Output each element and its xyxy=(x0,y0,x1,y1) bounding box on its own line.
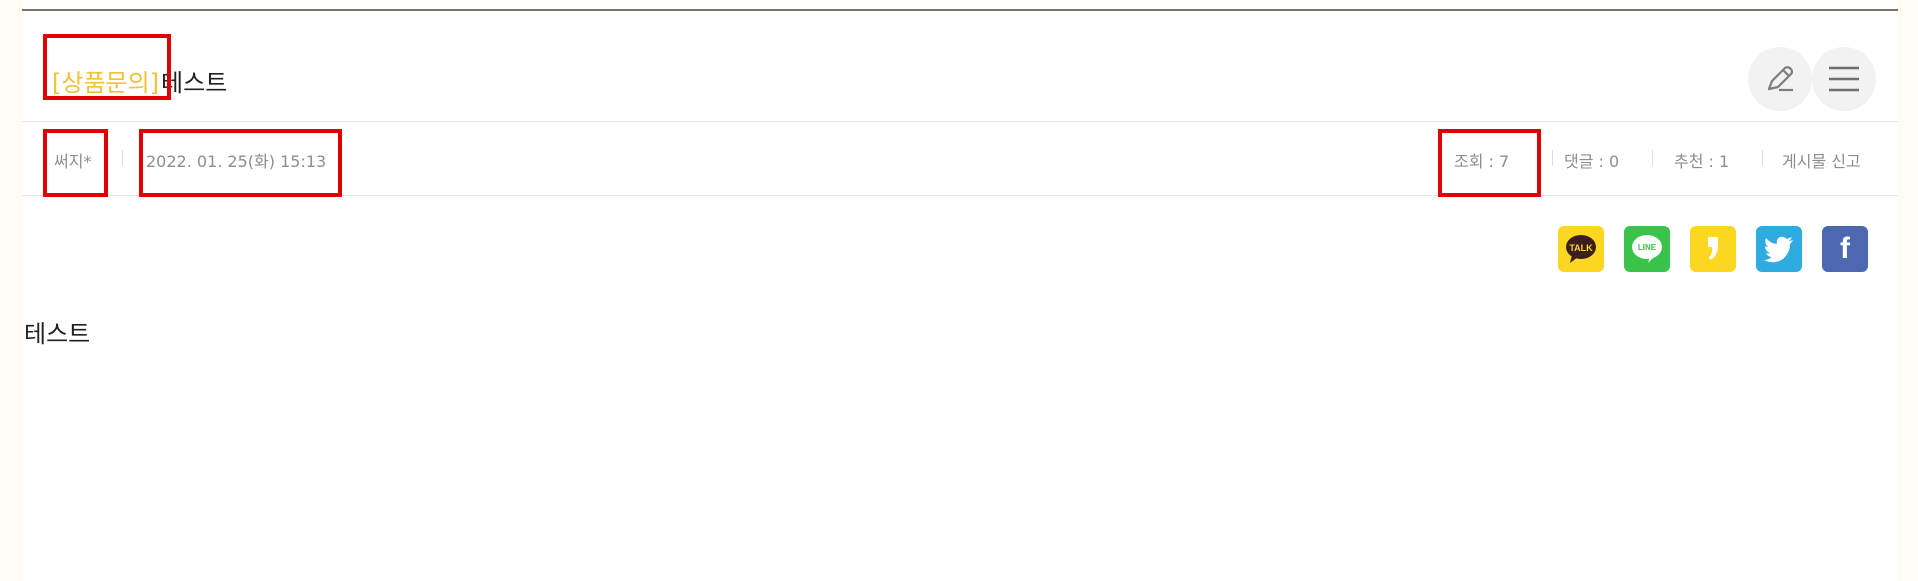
post-category[interactable]: [상품문의] xyxy=(52,69,159,97)
write-button[interactable] xyxy=(1748,47,1812,111)
kakaostory-icon xyxy=(1708,237,1718,260)
meta-separator xyxy=(122,150,123,166)
twitter-icon xyxy=(1764,236,1793,263)
post-view: [상품문의]테스트 써지* 2022. 01. 25(화) 15:13 조회 :… xyxy=(22,0,1898,581)
hamburger-menu-icon xyxy=(1829,66,1859,92)
meta-separator xyxy=(1652,150,1653,166)
post-date: 2022. 01. 25(화) 15:13 xyxy=(146,152,327,171)
post-title: [상품문의]테스트 xyxy=(52,63,227,98)
report-post-link[interactable]: 게시물 신고 xyxy=(1782,148,1861,172)
post-title-text: 테스트 xyxy=(161,69,228,97)
recommend-count: 추천 : 1 xyxy=(1674,152,1730,171)
post-body: 테스트 xyxy=(24,320,91,348)
share-line-button[interactable]: LINE xyxy=(1624,226,1670,272)
share-facebook-button[interactable]: f xyxy=(1822,226,1868,272)
post-meta-bar: 써지* 2022. 01. 25(화) 15:13 조회 : 7 댓글 : 0 … xyxy=(22,122,1898,196)
comment-count: 댓글 : 0 xyxy=(1564,152,1620,171)
post-author[interactable]: 써지* xyxy=(54,148,91,172)
share-kakaotalk-button[interactable]: TALK xyxy=(1558,226,1604,272)
menu-button[interactable] xyxy=(1812,47,1876,111)
line-icon: LINE xyxy=(1632,235,1662,263)
share-kakaostory-button[interactable] xyxy=(1690,226,1736,272)
facebook-icon: f xyxy=(1840,232,1850,265)
meta-separator xyxy=(1762,150,1763,166)
kakaotalk-label: TALK xyxy=(1569,243,1593,253)
kakaotalk-icon: TALK xyxy=(1566,235,1596,263)
title-row: [상품문의]테스트 xyxy=(22,11,1898,122)
line-label: LINE xyxy=(1638,243,1657,252)
meta-separator xyxy=(1552,150,1553,166)
view-count: 조회 : 7 xyxy=(1454,152,1510,171)
share-twitter-button[interactable] xyxy=(1756,226,1802,272)
pencil-icon xyxy=(1767,66,1794,92)
